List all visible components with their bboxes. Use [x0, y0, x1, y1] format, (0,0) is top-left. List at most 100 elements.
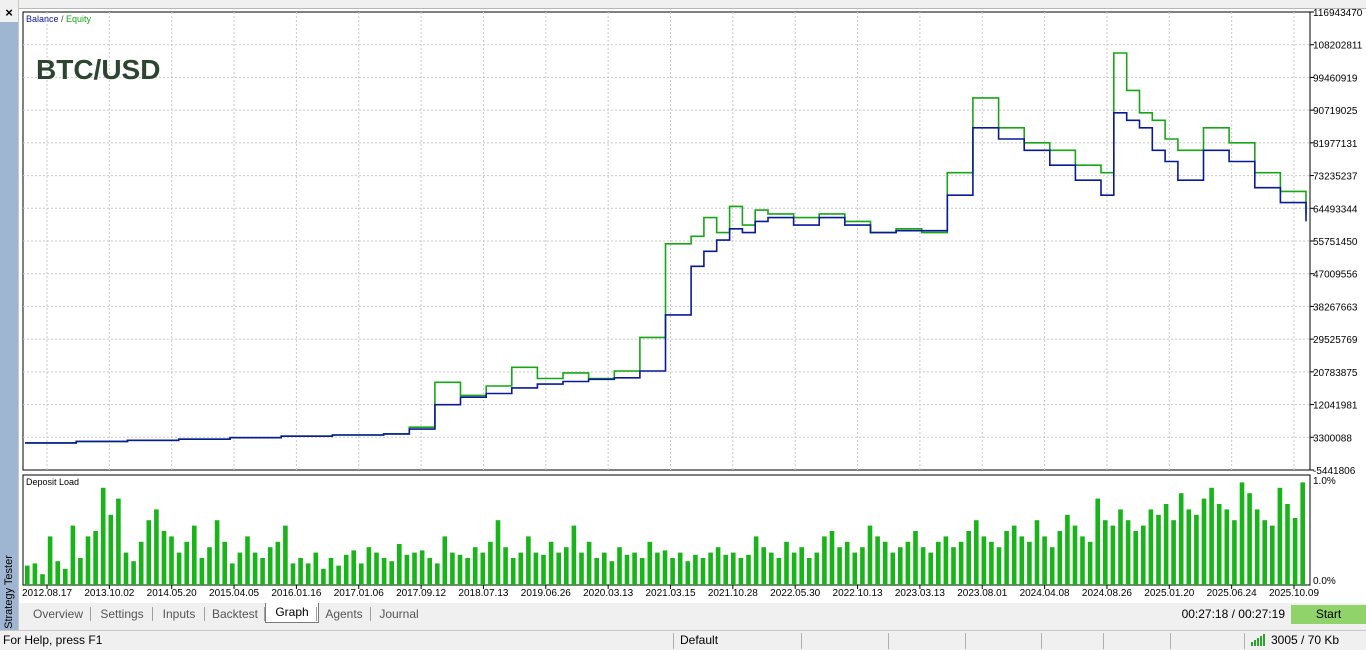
- symbol-title: BTC/USD: [36, 54, 160, 85]
- x-tick-label: 2025.01.20: [1144, 588, 1194, 599]
- deposit-bar: [875, 536, 880, 585]
- deposit-bar: [814, 552, 820, 585]
- deposit-bar: [260, 558, 265, 585]
- deposit-bar: [1285, 504, 1290, 585]
- deposit-bar: [450, 552, 455, 585]
- deposit-bar: [1292, 518, 1298, 585]
- profile-name[interactable]: Default: [680, 632, 718, 648]
- x-tick-label: 2022.10.13: [833, 588, 883, 599]
- deposit-bar: [556, 552, 561, 585]
- deposit-bar: [442, 536, 448, 585]
- deposit-bar: [837, 547, 842, 585]
- deposit-bar: [951, 547, 956, 585]
- deposit-bar: [617, 547, 622, 585]
- start-button[interactable]: Start: [1291, 605, 1366, 624]
- deposit-bar: [374, 552, 379, 585]
- deposit-bar: [397, 544, 402, 585]
- deposit-bar: [526, 536, 531, 585]
- deposit-bar: [435, 563, 440, 585]
- deposit-bar: [283, 525, 288, 585]
- deposit-bar: [913, 531, 918, 585]
- deposit-bar: [731, 552, 736, 585]
- deposit-bar: [1262, 520, 1267, 585]
- deposit-bar: [1156, 514, 1161, 585]
- deposit-bar: [890, 552, 896, 585]
- deposit-bar: [966, 531, 971, 585]
- deposit-bar: [662, 550, 668, 585]
- deposit-bar: [192, 525, 197, 585]
- deposit-bar: [321, 568, 326, 585]
- deposit-bar: [905, 541, 911, 585]
- x-tick-label: 2017.01.06: [334, 588, 384, 599]
- deposit-bar: [1194, 514, 1199, 585]
- deposit-bar: [389, 561, 394, 585]
- deposit-bar: [1254, 509, 1260, 585]
- deposit-bar: [214, 520, 220, 585]
- deposit-bar: [419, 550, 425, 585]
- deposit-bar: [1178, 493, 1184, 585]
- deposit-bar: [829, 531, 835, 585]
- x-tick-label: 2020.03.13: [583, 588, 633, 599]
- tab-settings[interactable]: Settings: [91, 605, 153, 623]
- chart-legend: Balance / Equity: [26, 14, 92, 24]
- deposit-bar: [108, 514, 114, 585]
- deposit-bar: [533, 552, 539, 585]
- deposit-bar: [245, 536, 250, 585]
- deposit-bar: [806, 558, 812, 585]
- close-icon[interactable]: ×: [2, 6, 16, 20]
- deposit-bar: [996, 547, 1002, 585]
- x-tick-label: 2017.09.12: [396, 588, 446, 599]
- deposit-bar: [169, 536, 174, 585]
- deposit-bar: [852, 552, 858, 585]
- signal-strength-icon: [1251, 634, 1265, 646]
- status-separator: [1170, 633, 1171, 649]
- y-tick-label: 3300088: [1313, 433, 1352, 444]
- deposit-bar: [63, 568, 68, 585]
- deposit-bar: [981, 536, 987, 585]
- deposit-bar: [1118, 509, 1123, 585]
- x-tick-label: 2024.08.26: [1082, 588, 1132, 599]
- x-tick-label: 2021.03.15: [645, 588, 695, 599]
- x-tick-label: 2024.04.08: [1020, 588, 1070, 599]
- deposit-bar: [366, 547, 372, 585]
- status-separator: [965, 633, 966, 649]
- deposit-bar: [1141, 525, 1146, 585]
- deposit-bar: [32, 563, 38, 585]
- top-border: [18, 0, 1366, 9]
- tab-graph[interactable]: Graph: [265, 603, 319, 623]
- deposit-bar: [1034, 520, 1040, 585]
- elapsed-timer: 00:27:18 / 00:27:19: [1181, 607, 1285, 621]
- tab-backtest[interactable]: Backtest: [205, 605, 265, 623]
- deposit-bar: [328, 558, 334, 585]
- deposit-bar: [609, 561, 615, 585]
- x-tick-label: 2025.06.24: [1207, 588, 1257, 599]
- tab-journal[interactable]: Journal: [371, 605, 427, 623]
- x-tick-label: 2021.10.28: [708, 588, 758, 599]
- y-tick-label: 55751450: [1313, 237, 1358, 248]
- x-tick-label: 2012.08.17: [22, 588, 72, 599]
- deposit-bar: [176, 552, 182, 585]
- deposit-bar: [958, 541, 964, 585]
- deposit-bar: [844, 541, 850, 585]
- deposit-bar: [1011, 525, 1017, 585]
- status-separator: [1103, 633, 1104, 649]
- legend-equity: Equity: [66, 14, 92, 24]
- deposit-bar: [457, 554, 463, 585]
- deposit-bar: [237, 552, 243, 585]
- chart-canvas: 116943470 108202811 99460919 90719025 819771…: [22, 8, 1363, 599]
- deposit-bar: [78, 558, 83, 585]
- deposit-y-tick-label: 0.0%: [1313, 576, 1336, 587]
- deposit-bar: [1148, 509, 1154, 585]
- deposit-bar: [359, 563, 364, 585]
- legend-balance: Balance: [26, 14, 59, 24]
- deposit-bar: [116, 498, 121, 585]
- status-separator: [1041, 633, 1042, 649]
- y-tick-label: 64493344: [1313, 204, 1358, 215]
- deposit-bar: [860, 547, 865, 585]
- tab-agents[interactable]: Agents: [317, 605, 371, 623]
- deposit-bar: [693, 554, 698, 585]
- deposit-bar: [1103, 520, 1108, 585]
- tab-overview[interactable]: Overview: [25, 605, 91, 623]
- deposit-bar: [1186, 509, 1192, 585]
- tab-inputs[interactable]: Inputs: [153, 605, 205, 623]
